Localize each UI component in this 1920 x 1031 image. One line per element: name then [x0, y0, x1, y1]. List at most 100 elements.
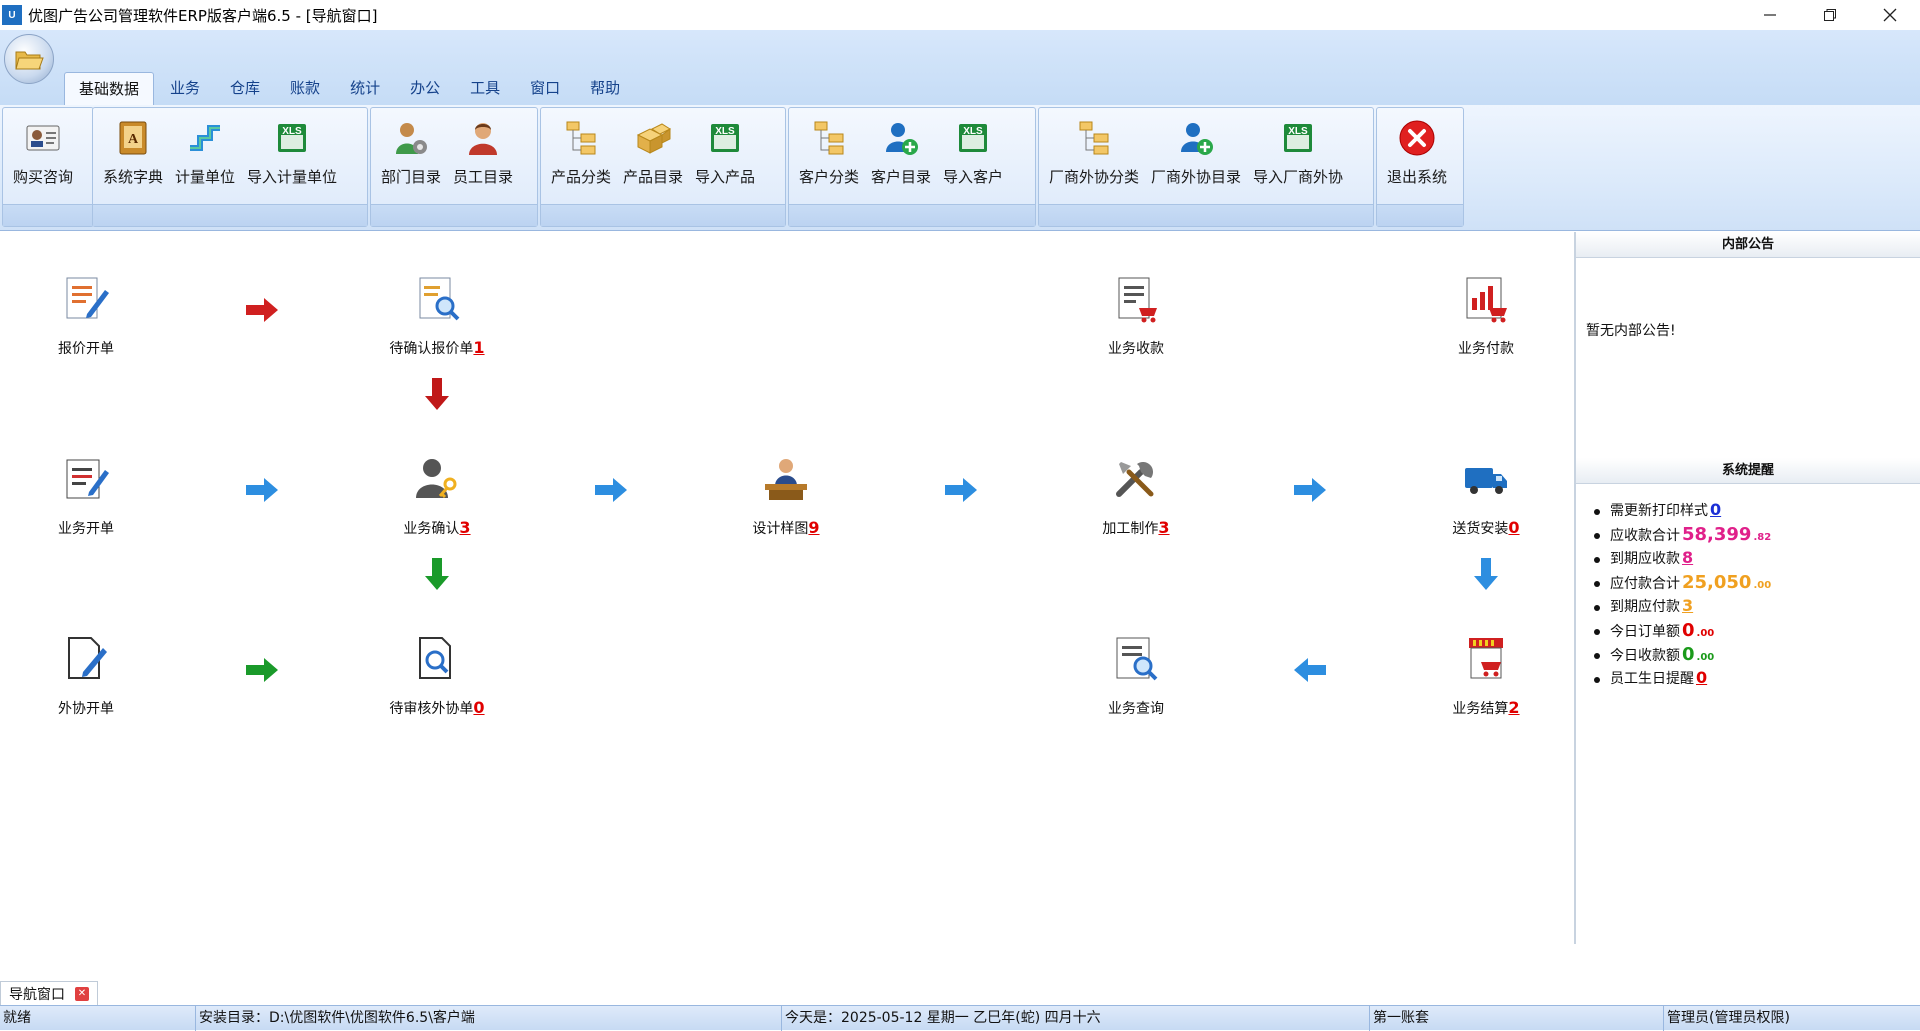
ribbon-group-dictionary: A 系统字典 计量单位 XLS 导入计量单位: [92, 107, 368, 227]
employee-icon: [469, 123, 498, 155]
reminder-value[interactable]: 3: [1682, 596, 1693, 615]
designer-desk-icon: [765, 459, 807, 500]
status-account: 第一账套: [1370, 1006, 1664, 1031]
query-document-icon: [1116, 637, 1158, 681]
tab-4[interactable]: 统计: [336, 72, 394, 105]
nav-quote-open[interactable]: 报价开单: [0, 272, 176, 358]
ribbon-group-product: 产品分类 产品目录 XLS 导入产品: [540, 107, 786, 227]
dictionary-icon: A: [119, 121, 147, 155]
ribbon-button-product-category[interactable]: 产品分类: [545, 108, 617, 206]
reminder-item[interactable]: 今日收款额 0.00: [1594, 644, 1920, 668]
app-menu-button[interactable]: [4, 34, 54, 84]
reminder-value[interactable]: 58,399: [1682, 524, 1751, 545]
nav-settle[interactable]: 业务结算2: [1396, 632, 1576, 718]
reminder-item[interactable]: 到期应收款 8: [1594, 548, 1920, 572]
ribbon-button-label: 导入客户: [943, 168, 1004, 186]
reminder-item[interactable]: 员工生日提醒 0: [1594, 668, 1920, 692]
ribbon-button-import-customer[interactable]: XLS 导入客户: [937, 108, 1009, 206]
edit-document-icon: [66, 277, 109, 319]
contact-card-icon: [26, 125, 60, 151]
reminder-value[interactable]: 0: [1696, 668, 1707, 687]
reminder-label: 今日订单额: [1610, 624, 1680, 640]
reminder-value[interactable]: 0: [1710, 500, 1721, 519]
ribbon-button-customer-list[interactable]: 客户目录: [865, 108, 937, 206]
reminder-value[interactable]: 25,050: [1682, 572, 1751, 593]
nav-design[interactable]: 设计样图9: [696, 452, 876, 538]
reminder-value[interactable]: 0: [1682, 620, 1695, 641]
ribbon-button-import-unit[interactable]: XLS 导入计量单位: [241, 108, 343, 206]
add-user-icon: [1181, 123, 1214, 155]
ribbon-button-product-list[interactable]: 产品目录: [617, 108, 689, 206]
tab-7[interactable]: 窗口: [516, 72, 574, 105]
nav-delivery[interactable]: 送货安装0: [1396, 452, 1576, 538]
payment-chart-icon: [1466, 277, 1507, 323]
arrow-right-icon: [945, 478, 977, 502]
ribbon-button-label: 退出系统: [1387, 168, 1448, 186]
tab-5[interactable]: 办公: [396, 72, 454, 105]
ribbon-button-dictionary[interactable]: A 系统字典: [97, 108, 169, 206]
tree-category-icon: [814, 121, 844, 155]
xls-import-icon: XLS: [1284, 124, 1313, 152]
ribbon-button-label: 厂商外协分类: [1049, 168, 1140, 186]
ribbon-button-import-product[interactable]: XLS 导入产品: [689, 108, 761, 206]
close-tab-icon[interactable]: ✕: [75, 986, 89, 1001]
tab-2[interactable]: 仓库: [216, 72, 274, 105]
nav-production[interactable]: 加工制作3: [1046, 452, 1226, 538]
nav-order-confirm[interactable]: 业务确认3: [347, 452, 527, 538]
nav-order-open[interactable]: 业务开单: [0, 452, 176, 538]
ribbon-button-label: 员工目录: [453, 168, 514, 186]
boxes-icon: [636, 123, 672, 154]
minimize-button[interactable]: [1740, 0, 1800, 30]
nav-label: 外协开单: [58, 701, 114, 717]
tab-3[interactable]: 账款: [276, 72, 334, 105]
svg-text:A: A: [128, 132, 139, 147]
ribbon-button-label: 导入厂商外协: [1253, 168, 1344, 186]
ribbon-button-customer-category[interactable]: 客户分类: [793, 108, 865, 206]
ribbon-group-org: 部门目录 员工目录: [370, 107, 538, 227]
arrow-right-icon: [246, 478, 278, 502]
app-icon[interactable]: U: [2, 5, 22, 25]
ribbon-button-vendor-category[interactable]: 厂商外协分类: [1043, 108, 1145, 206]
ribbon-button-label: 产品分类: [551, 168, 612, 186]
settle-cart-icon: [1469, 638, 1503, 679]
ribbon-button-label: 导入产品: [695, 168, 756, 186]
nav-query[interactable]: 业务查询: [1046, 632, 1226, 718]
nav-outsource-open[interactable]: 外协开单: [0, 632, 176, 718]
svg-text:XLS: XLS: [1288, 126, 1308, 137]
open-folder-icon: [15, 51, 44, 70]
close-button[interactable]: [1860, 0, 1920, 30]
reminder-item[interactable]: 今日订单额 0.00: [1594, 620, 1920, 644]
reminder-value[interactable]: 0: [1682, 644, 1695, 665]
ribbon-button-purchase[interactable]: 购买咨询: [7, 108, 79, 206]
notice-title: 内部公告: [1576, 232, 1920, 258]
ribbon-button-employee[interactable]: 员工目录: [447, 108, 519, 206]
tab-0[interactable]: 基础数据: [64, 72, 155, 105]
reminder-label: 到期应收款: [1610, 551, 1680, 567]
document-tab[interactable]: 导航窗口 ✕: [0, 981, 98, 1005]
ribbon-button-label: 部门目录: [381, 168, 442, 186]
tab-8[interactable]: 帮助: [576, 72, 634, 105]
tab-6[interactable]: 工具: [456, 72, 514, 105]
ribbon-button-label: 计量单位: [175, 168, 236, 186]
ribbon-button-label: 客户目录: [871, 168, 932, 186]
reminder-value[interactable]: 8: [1682, 548, 1693, 567]
ribbon-button-vendor-list[interactable]: 厂商外协目录: [1145, 108, 1247, 206]
reminder-item[interactable]: 需更新打印样式 0: [1594, 500, 1920, 524]
reminder-item[interactable]: 应付款合计 25,050.00: [1594, 572, 1920, 596]
reminder-item[interactable]: 到期应付款 3: [1594, 596, 1920, 620]
ribbon-button-import-vendor[interactable]: XLS 导入厂商外协: [1247, 108, 1349, 206]
nav-label: 设计样图9: [752, 518, 820, 537]
ribbon-button-department[interactable]: 部门目录: [375, 108, 447, 206]
right-panel: 内部公告 暂无内部公告! 系统提醒 需更新打印样式 0 应收款合计 58,399.82…: [1574, 232, 1920, 944]
restore-button[interactable]: [1800, 0, 1860, 30]
tab-1[interactable]: 业务: [156, 72, 214, 105]
ribbon-button-exit[interactable]: 退出系统: [1381, 108, 1453, 206]
tree-category-icon: [1079, 121, 1109, 155]
reminder-item[interactable]: 应收款合计 58,399.82: [1594, 524, 1920, 548]
nav-outsource-pending[interactable]: 待审核外协单0: [347, 632, 527, 718]
nav-payment[interactable]: 业务付款: [1396, 272, 1576, 358]
nav-quote-pending[interactable]: 待确认报价单1: [347, 272, 527, 358]
ribbon-button-unit[interactable]: 计量单位: [169, 108, 241, 206]
nav-receipt[interactable]: 业务收款: [1046, 272, 1226, 358]
document-search-icon: [419, 277, 460, 321]
